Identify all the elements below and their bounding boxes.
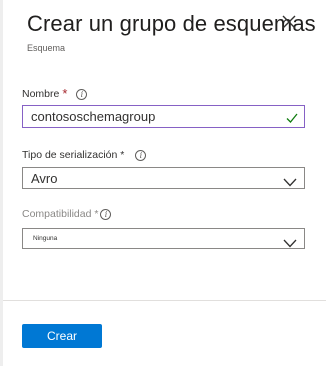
info-icon[interactable]: i (76, 88, 88, 100)
compatibility-label: Compatibilidad * (22, 208, 99, 220)
panel-left-border (0, 0, 3, 366)
panel-subtitle: Esquema (27, 43, 66, 53)
compatibility-dropdown[interactable]: Ninguna (22, 228, 305, 249)
footer-divider (3, 300, 326, 301)
compatibility-label-row: Compatibilidad * i (22, 208, 112, 220)
serialization-label-row: Tipo de serialización * i (22, 149, 147, 161)
name-input[interactable]: contososchemagroup (22, 105, 305, 128)
compatibility-selected-value: Ninguna (33, 235, 58, 242)
create-button[interactable]: Crear (22, 324, 102, 348)
panel-title: Crear un grupo de esquemas (27, 11, 316, 36)
info-icon[interactable]: i (100, 208, 112, 220)
chevron-down-icon (283, 174, 297, 187)
required-asterisk: * (62, 86, 68, 101)
name-label: Nombre (22, 88, 60, 100)
name-label-row: Nombre * i (22, 86, 88, 101)
serialization-selected-value: Avro (31, 171, 58, 186)
serialization-label: Tipo de serialización * (22, 149, 125, 161)
info-icon[interactable]: i (135, 149, 147, 161)
chevron-down-icon (283, 235, 297, 248)
serialization-type-dropdown[interactable]: Avro (22, 167, 305, 189)
close-icon[interactable] (281, 14, 297, 30)
checkmark-icon (286, 111, 298, 123)
create-schema-group-panel: Crear un grupo de esquemas Esquema Nombr… (0, 0, 326, 366)
name-input-value: contososchemagroup (31, 109, 156, 124)
